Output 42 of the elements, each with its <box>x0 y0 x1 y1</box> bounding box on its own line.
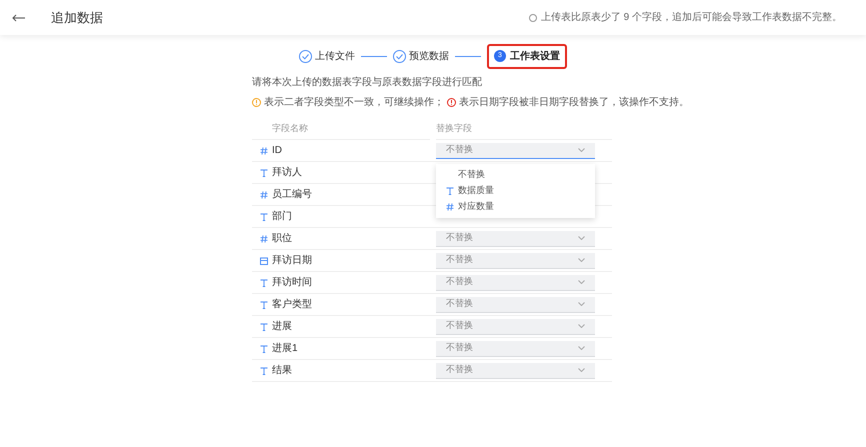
field-name: 拜访时间 <box>272 276 312 290</box>
field-name: 拜访人 <box>272 166 302 180</box>
replace-select[interactable]: 不替换 <box>436 296 595 312</box>
chevron-down-icon <box>578 280 585 284</box>
column-header: 替换字段 <box>436 118 612 140</box>
replace-select[interactable]: 不替换 <box>436 318 595 334</box>
info-icon <box>528 14 537 22</box>
legend-text: 表示日期字段被非日期字段替换了，该操作不支持。 <box>459 96 689 110</box>
back-arrow-icon[interactable] <box>12 14 26 22</box>
page-title: 追加数据 <box>51 8 103 27</box>
field-name: 进展 <box>272 320 292 334</box>
chevron-down-icon <box>578 148 585 152</box>
column-header: 字段名称 <box>252 118 430 140</box>
dropdown-option[interactable]: 对应数量 <box>458 200 494 214</box>
field-name: 进展1 <box>272 342 298 356</box>
chevron-down-icon <box>578 346 585 350</box>
replace-select[interactable]: 不替换 <box>436 142 595 158</box>
chevron-down-icon <box>578 236 585 240</box>
replace-select[interactable]: 不替换 <box>436 230 595 246</box>
notice-text: 上传表比原表少了 9 个字段，追加后可能会导致工作表数据不完整。 <box>540 10 842 25</box>
chevron-down-icon <box>578 302 585 306</box>
replace-select[interactable]: 不替换 <box>436 252 595 268</box>
field-name: 部门 <box>272 210 292 224</box>
dropdown-option[interactable]: 数据质量 <box>458 184 494 198</box>
step-label: 工作表设置 <box>510 50 560 64</box>
step-label: 预览数据 <box>409 50 449 64</box>
chevron-down-icon <box>578 258 585 262</box>
replace-select[interactable]: 不替换 <box>436 340 595 356</box>
chevron-down-icon <box>578 324 585 328</box>
field-name: 拜访日期 <box>272 254 312 268</box>
instruction-text: 请将本次上传的数据表字段与原表数据字段进行匹配 <box>252 76 483 90</box>
field-name: 结果 <box>272 364 292 378</box>
replace-select[interactable]: 不替换 <box>436 274 595 290</box>
chevron-down-icon <box>578 368 585 372</box>
dropdown-option[interactable]: 不替换 <box>458 168 485 182</box>
step-label: 上传文件 <box>315 50 355 64</box>
replace-select[interactable]: 不替换 <box>436 362 595 378</box>
field-name: 职位 <box>272 232 292 246</box>
field-name: ID <box>272 144 282 158</box>
field-name: 员工编号 <box>272 188 312 202</box>
legend-text: 表示二者字段类型不一致，可继续操作； <box>264 96 444 110</box>
field-name: 客户类型 <box>272 298 312 312</box>
